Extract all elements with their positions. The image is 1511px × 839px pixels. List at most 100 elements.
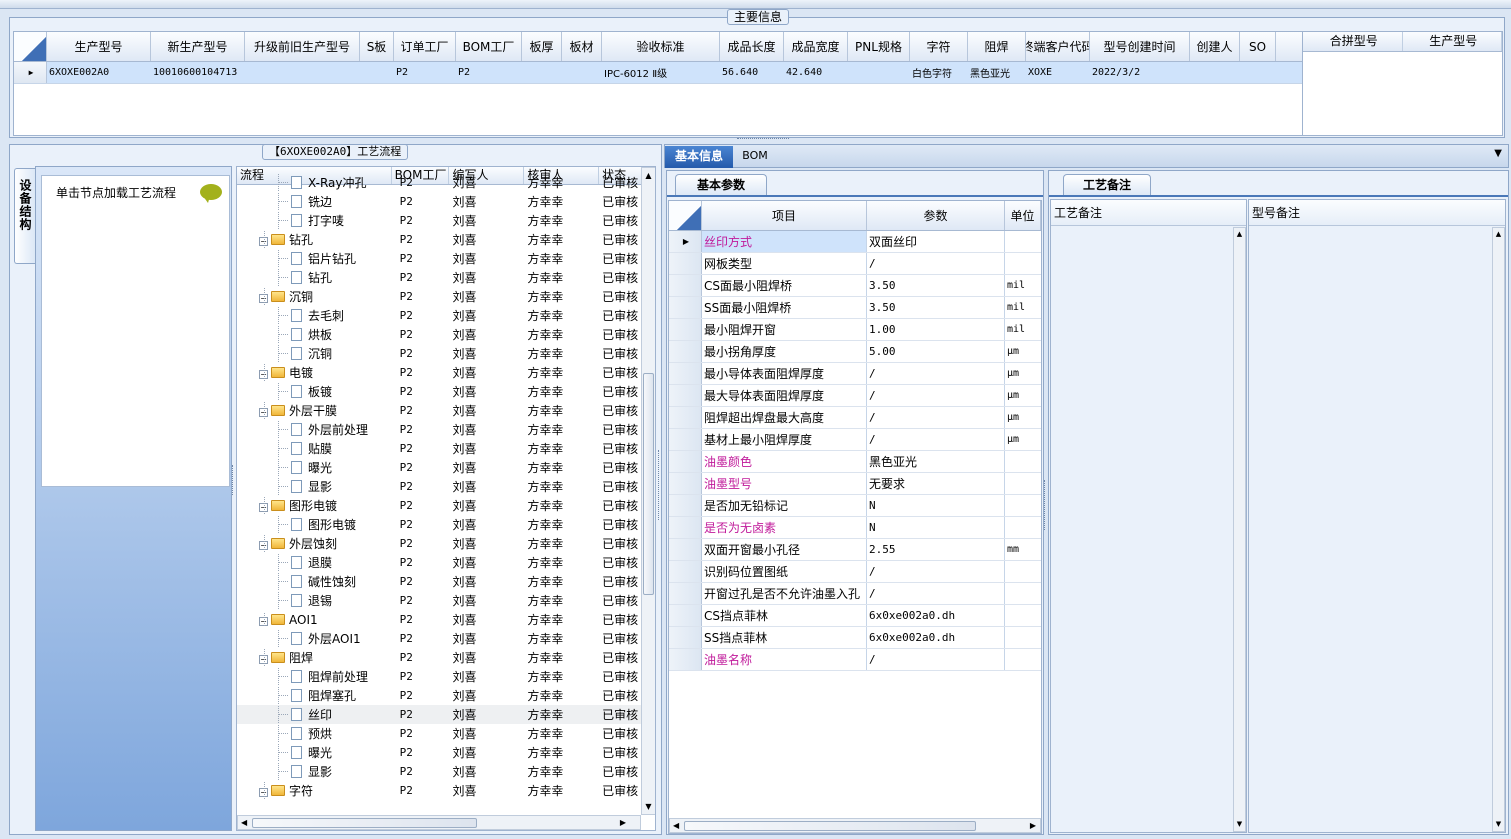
merge-grid[interactable]: 合拼型号 生产型号 [1302,31,1503,136]
param-row[interactable]: 最大导体表面阻焊厚度 / μm [669,385,1041,407]
tree-node[interactable]: 曝光 [237,744,392,761]
main-cell[interactable]: 6XOXE002A0 [47,62,151,83]
param-value[interactable]: / [867,407,1005,428]
process-hscroll-thumb[interactable] [252,818,477,828]
main-cell[interactable] [1240,62,1276,83]
tree-node[interactable]: 预烘 [237,725,392,742]
param-value[interactable]: 黑色亚光 [867,451,1005,472]
scroll-down-icon[interactable]: ▼ [642,799,655,814]
param-value[interactable]: 双面丝印 [867,231,1005,252]
param-row[interactable]: CS挡点菲林 6x0xe002a0.dh [669,605,1041,627]
main-cell[interactable] [360,62,394,83]
tree-node[interactable]: − 图形电镀 [237,497,392,514]
tree-node[interactable]: 显影 [237,478,392,495]
main-cell[interactable] [522,62,562,83]
tree-node[interactable]: − 沉铜 [237,288,392,305]
tree-row[interactable]: 丝印 P2 刘喜 方幸幸 已审核 [237,705,655,724]
param-row[interactable]: 基材上最小阻焊厚度 / μm [669,429,1041,451]
tree-row[interactable]: 铣边 P2 刘喜 方幸幸 已审核 [237,192,655,211]
left-splitter[interactable] [232,465,235,495]
params-hscroll[interactable]: ◀ ▶ [669,818,1041,833]
tree-row[interactable]: 贴膜 P2 刘喜 方幸幸 已审核 [237,439,655,458]
merge-col-header[interactable]: 合拼型号 [1303,32,1403,51]
tree-row[interactable]: 图形电镀 P2 刘喜 方幸幸 已审核 [237,515,655,534]
col-header[interactable]: 阻焊 [968,32,1026,61]
col-header[interactable]: S板 [360,32,394,61]
param-row[interactable]: 双面开窗最小孔径 2.55 mm [669,539,1041,561]
tree-row[interactable]: 退膜 P2 刘喜 方幸幸 已审核 [237,553,655,572]
tree-row[interactable]: 曝光 P2 刘喜 方幸幸 已审核 [237,743,655,762]
tree-node[interactable]: 钻孔 [237,269,392,286]
tree-row[interactable]: − 沉铜 P2 刘喜 方幸幸 已审核 [237,287,655,306]
main-cell[interactable] [1190,62,1240,83]
tree-node[interactable]: 阻焊塞孔 [237,687,392,704]
param-value[interactable]: / [867,363,1005,384]
param-value[interactable]: / [867,583,1005,604]
tree-node[interactable]: 退膜 [237,554,392,571]
tree-row[interactable]: − AOI1 P2 刘喜 方幸幸 已审核 [237,610,655,629]
process-vscroll-thumb[interactable] [643,373,654,595]
tree-node[interactable]: 板镀 [237,383,392,400]
main-cell[interactable]: P2 [456,62,522,83]
main-cell[interactable]: 10010600104713 [151,62,245,83]
tree-row[interactable]: 阻焊前处理 P2 刘喜 方幸幸 已审核 [237,667,655,686]
tree-node[interactable]: 铣边 [237,193,392,210]
param-value[interactable]: / [867,649,1005,670]
col-header[interactable]: 验收标准 [602,32,720,61]
param-row[interactable]: 油墨名称 / [669,649,1041,671]
process-hscroll[interactable]: ◀ ▶ [237,815,641,830]
tab-dropdown-icon[interactable]: ▼ [1494,148,1502,159]
tree-row[interactable]: 打字唛 P2 刘喜 方幸幸 已审核 [237,211,655,230]
notes1-scroll-up-icon[interactable]: ▲ [1234,228,1245,241]
params-scroll-left-icon[interactable]: ◀ [673,819,679,832]
col-header[interactable]: 创建人 [1190,32,1240,61]
main-cell[interactable]: 56.640 [720,62,784,83]
param-value[interactable]: N [867,495,1005,516]
tree-row[interactable]: − 钻孔 P2 刘喜 方幸幸 已审核 [237,230,655,249]
scroll-left-icon[interactable]: ◀ [241,816,247,829]
param-value[interactable]: 6x0xe002a0.dh [867,627,1005,648]
param-row[interactable]: 是否为无卤素 N [669,517,1041,539]
main-info-row[interactable]: ▶ 6XOXE002A0 10010600104713 P2 P2 IPC-6012 Ⅱ级… [14,62,1302,84]
param-value[interactable]: / [867,385,1005,406]
scroll-up-icon[interactable]: ▲ [642,168,655,183]
params-col-header[interactable]: 项目 [702,201,867,230]
col-header[interactable]: PNL规格 [848,32,910,61]
param-row[interactable]: 油墨颜色 黑色亚光 [669,451,1041,473]
main-cell[interactable] [245,62,360,83]
tree-node[interactable]: 丝印 [237,706,392,723]
param-row[interactable]: 识别码位置图纸 / [669,561,1041,583]
tree-row[interactable]: − 外层蚀刻 P2 刘喜 方幸幸 已审核 [237,534,655,553]
tree-node[interactable]: 沉铜 [237,345,392,362]
param-row[interactable]: 最小阻焊开窗 1.00 mil [669,319,1041,341]
params-grid[interactable]: 项目 参数 单位 ▶ 丝印方式 双面丝印 网板类型 / CS面最小阻焊桥 3.50 mil SS面最… [668,200,1042,834]
params-col-header[interactable]: 单位 [1005,201,1041,230]
param-value[interactable]: 2.55 [867,539,1005,560]
tree-node[interactable]: − 阻焊 [237,649,392,666]
tree-node[interactable]: − 电镀 [237,364,392,381]
col-header[interactable]: 新生产型号 [151,32,245,61]
grid-corner[interactable] [14,32,47,61]
col-header[interactable]: 板材 [562,32,602,61]
main-cell[interactable]: XOXE [1026,62,1090,83]
tree-node[interactable]: − AOI1 [237,612,392,627]
param-row[interactable]: 阻焊超出焊盘最大高度 / μm [669,407,1041,429]
param-row[interactable]: SS挡点菲林 6x0xe002a0.dh [669,627,1041,649]
tree-row[interactable]: 退锡 P2 刘喜 方幸幸 已审核 [237,591,655,610]
param-value[interactable]: / [867,429,1005,450]
tree-row[interactable]: − 电镀 P2 刘喜 方幸幸 已审核 [237,363,655,382]
col-header[interactable]: 升级前旧生产型号 [245,32,360,61]
params-col-header[interactable]: 参数 [867,201,1005,230]
main-cell[interactable]: IPC-6012 Ⅱ级 [602,62,720,83]
scroll-right-icon[interactable]: ▶ [620,816,626,829]
tree-node[interactable]: 去毛刺 [237,307,392,324]
main-cell[interactable]: 白色字符 [910,62,968,83]
tree-node[interactable]: 外层前处理 [237,421,392,438]
tab-basic-params[interactable]: 基本参数 [675,174,767,196]
param-value[interactable]: / [867,253,1005,274]
process-vscroll[interactable]: ▲ ▼ [641,167,655,815]
col-header[interactable]: 型号创建时间 [1090,32,1190,61]
model-notes-box[interactable]: 型号备注 ▲ ▼ [1248,199,1506,833]
tree-row[interactable]: 沉铜 P2 刘喜 方幸幸 已审核 [237,344,655,363]
param-row[interactable]: 最小导体表面阻焊厚度 / μm [669,363,1041,385]
